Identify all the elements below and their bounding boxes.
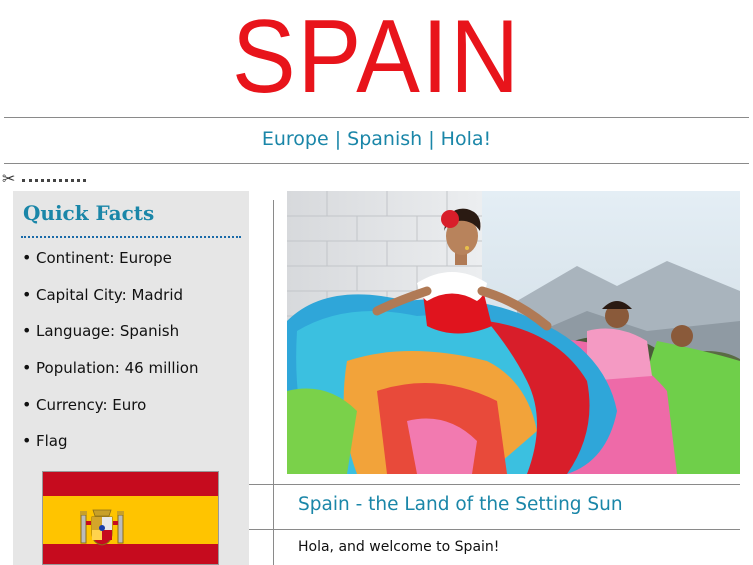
quick-facts-divider [21,236,241,238]
scissors-icon: ✂ [2,169,16,188]
coat-of-arms-icon [80,509,124,546]
fact-population: Population: 46 million [36,359,199,378]
spain-flag-image [42,471,219,565]
fact-capital: Capital City: Madrid [36,285,184,304]
page-title: SPAIN [231,0,522,115]
list-item: • Language: Spanish [22,321,180,341]
fact-currency: Currency: Euro [36,395,147,414]
subtitle-tagline: Europe | Spanish | Hola! [261,128,492,150]
fact-continent: Continent: Europe [36,249,172,267]
heading-top-divider [249,484,740,485]
fact-flag: Flag [36,432,68,451]
list-item: • Currency: Euro [22,394,147,414]
dancers-illustration [287,191,740,474]
quick-facts-panel: Quick Facts • Continent: Europe • Capital … [13,191,249,565]
quick-facts-list: • Continent: Europe • Capital City: Madrid… [22,248,242,468]
column-divider [273,200,274,565]
list-item: • Population: 46 million [22,358,199,378]
cut-line [22,179,86,182]
article-heading: Spain - the Land of the Setting Sun [298,494,623,515]
list-item: • Continent: Europe [22,248,172,267]
list-item: • Flag [22,431,68,451]
flamenco-dancers-photo [287,191,740,474]
list-item: • Capital City: Madrid [22,284,184,304]
quick-facts-title: Quick Facts [23,201,155,225]
heading-bottom-divider [249,529,740,530]
subtitle-divider [4,163,749,164]
title-divider [4,117,749,118]
fact-language: Language: Spanish [36,322,180,341]
article-intro: Hola, and welcome to Spain! [298,539,500,555]
